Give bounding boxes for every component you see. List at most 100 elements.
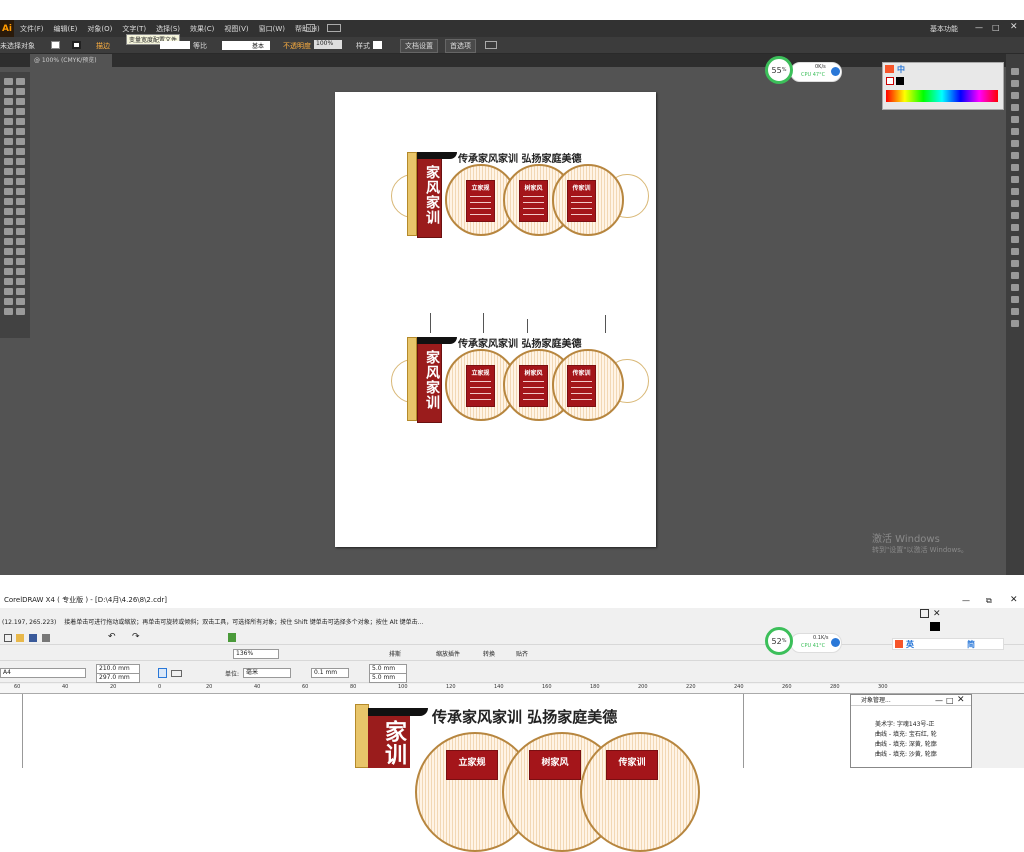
memory-usage-gauge[interactable]: 55%	[765, 56, 793, 84]
tool-icon[interactable]	[16, 218, 25, 225]
dock-panel-icon[interactable]	[1011, 128, 1019, 135]
black-swatch[interactable]	[896, 77, 904, 85]
zoom-select[interactable]: 136%	[233, 649, 279, 659]
ime-simplified[interactable]: 简	[967, 639, 975, 650]
page-size-select[interactable]: A4	[0, 668, 86, 678]
tool-label-1[interactable]: 排斯	[389, 649, 401, 658]
open-icon[interactable]	[16, 634, 24, 642]
tool-icon[interactable]	[4, 138, 13, 145]
panel-close-button[interactable]: ✕	[957, 695, 965, 705]
duplicate-y-input[interactable]: 5.0 mm	[369, 673, 407, 683]
dock-panel-icon[interactable]	[1011, 284, 1019, 291]
tool-icon[interactable]	[4, 128, 13, 135]
workspace-switcher[interactable]: 基本功能	[930, 24, 958, 34]
cdr-drawing-area[interactable]: 家风家训 传承家风家训 弘扬家庭美德 立家规 树家风 传家训	[0, 694, 850, 852]
dock-panel-icon[interactable]	[1011, 188, 1019, 195]
tool-icon[interactable]	[4, 278, 13, 285]
ai-menu-item[interactable]: 文件(F)	[20, 24, 44, 34]
landscape-icon[interactable]	[171, 670, 182, 677]
tool-icon[interactable]	[16, 168, 25, 175]
tool-icon[interactable]	[16, 238, 25, 245]
print-icon[interactable]	[42, 634, 50, 642]
dock-panel-icon[interactable]	[1011, 272, 1019, 279]
tool-icon[interactable]	[16, 108, 25, 115]
stroke-swatch[interactable]	[72, 41, 81, 49]
snap-to-button[interactable]: 贴齐	[516, 649, 528, 658]
cdr-close-button[interactable]: ✕	[1010, 595, 1018, 605]
tool-icon[interactable]	[4, 238, 13, 245]
preferences-button[interactable]: 首选项	[445, 39, 476, 53]
dock-panel-icon[interactable]	[1011, 212, 1019, 219]
align-icon[interactable]	[485, 41, 497, 49]
style-swatch[interactable]	[373, 41, 382, 49]
stroke-label[interactable]: 描边	[96, 41, 110, 51]
dock-panel-icon[interactable]	[1011, 152, 1019, 159]
ai-menu-item[interactable]: 编辑(E)	[54, 24, 78, 34]
nudge-input[interactable]: 0.1 mm	[311, 668, 349, 678]
ai-menu-item[interactable]: 对象(O)	[87, 24, 112, 34]
ai-menu-item[interactable]: 选择(S)	[156, 24, 180, 34]
document-setup-button[interactable]: 文档设置	[400, 39, 438, 53]
dock-panel-icon[interactable]	[1011, 176, 1019, 183]
tool-icon[interactable]	[4, 218, 13, 225]
redo-icon[interactable]: ↷	[132, 632, 140, 642]
maximize-button[interactable]: □	[992, 23, 1000, 32]
tool-icon[interactable]	[16, 98, 25, 105]
tool-icon[interactable]	[4, 88, 13, 95]
save-icon[interactable]	[29, 634, 37, 642]
tool-icon[interactable]	[16, 228, 25, 235]
tool-icon[interactable]	[4, 208, 13, 215]
tool-icon[interactable]	[16, 158, 25, 165]
tool-icon[interactable]	[16, 248, 25, 255]
ime-mode-indicator[interactable]: 中	[897, 64, 905, 75]
tool-icon[interactable]	[4, 178, 13, 185]
dock-panel-icon[interactable]	[1011, 80, 1019, 87]
cdr-restore-button[interactable]: ⧉	[986, 596, 992, 606]
opacity-input[interactable]: 100%	[314, 40, 342, 49]
tool-icon[interactable]	[4, 168, 13, 175]
arrange-docs-icon[interactable]	[327, 24, 341, 32]
tool-icon[interactable]	[4, 98, 13, 105]
dock-panel-icon[interactable]	[1011, 68, 1019, 75]
tool-icon[interactable]	[16, 78, 25, 85]
tool-icon[interactable]	[16, 148, 25, 155]
close-button[interactable]: ✕	[1010, 22, 1018, 32]
dock-panel-icon[interactable]	[1011, 248, 1019, 255]
horizontal-ruler[interactable]: 60 40 20 0 20 40 60 80 100 120 140 160 180 200 220 240 2…	[0, 684, 1024, 694]
color-spectrum[interactable]	[886, 90, 998, 102]
brush-style-select[interactable]: 基本	[222, 41, 270, 50]
dock-panel-icon[interactable]	[1011, 140, 1019, 147]
tool-icon[interactable]	[16, 258, 25, 265]
ai-menu-item[interactable]: 视图(V)	[224, 24, 248, 34]
unit-select[interactable]: 毫米	[243, 668, 291, 678]
ai-menu-item[interactable]: 窗口(W)	[259, 24, 285, 34]
fill-swatch[interactable]	[51, 41, 60, 49]
panel-minimize-button[interactable]: —	[935, 696, 943, 705]
tool-label-2[interactable]: 缩放插件	[436, 649, 460, 658]
object-list-item[interactable]: 美术字: 字魂143号-正	[875, 719, 935, 728]
tool-icon[interactable]	[16, 88, 25, 95]
dock-panel-icon[interactable]	[1011, 164, 1019, 171]
panel-restore-button[interactable]: □	[946, 696, 954, 705]
dock-panel-icon[interactable]	[1011, 320, 1019, 327]
ime-mode-indicator[interactable]: 英	[906, 639, 914, 650]
bridge-icon[interactable]	[306, 24, 315, 32]
stroke-profile[interactable]	[160, 41, 190, 49]
tool-icon[interactable]	[4, 298, 13, 305]
object-list-item[interactable]: 曲线 - 填充: 深黄, 轮廓	[875, 739, 937, 748]
tool-icon[interactable]	[16, 138, 25, 145]
proportion-select[interactable]: 等比	[193, 41, 207, 51]
dock-panel-icon[interactable]	[1011, 260, 1019, 267]
dock-panel-icon[interactable]	[1011, 104, 1019, 111]
tool-icon[interactable]	[4, 118, 13, 125]
tool-icon[interactable]	[16, 208, 25, 215]
tool-icon[interactable]	[4, 78, 13, 85]
tool-icon[interactable]	[4, 108, 13, 115]
minimize-button[interactable]: —	[975, 23, 983, 32]
tool-icon[interactable]	[4, 158, 13, 165]
dock-panel-icon[interactable]	[1011, 116, 1019, 123]
tool-icon[interactable]	[16, 308, 25, 315]
memory-usage-gauge[interactable]: 52%	[765, 627, 793, 655]
dock-panel-icon[interactable]	[1011, 296, 1019, 303]
cdr-minimize-button[interactable]: —	[962, 596, 970, 605]
